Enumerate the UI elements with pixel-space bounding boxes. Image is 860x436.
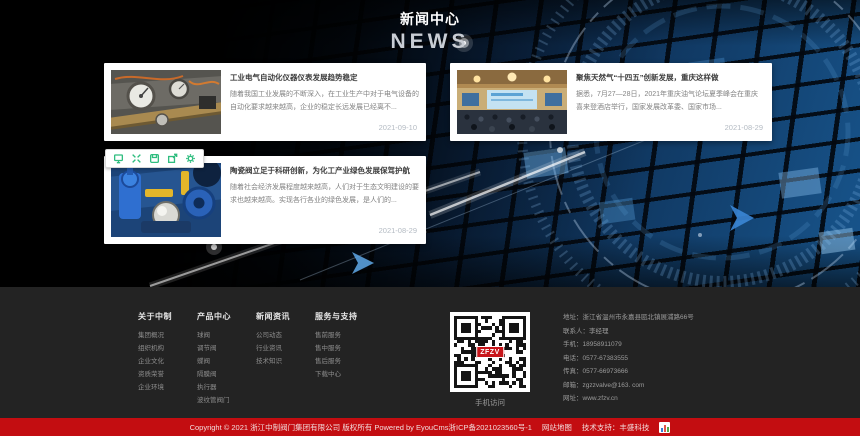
footer-link[interactable]: 企业文化 <box>138 355 197 368</box>
contact-line: 邮箱：zgzzvalve@163. com <box>563 379 694 393</box>
footer-link[interactable]: 波纹管阀门 <box>197 394 256 407</box>
export-icon[interactable] <box>167 153 178 164</box>
news-card[interactable]: 工业电气自动化仪器仪表发展趋势稳定 随着我国工业发展的不断深入，在工业生产中对于… <box>104 63 426 141</box>
footer-link[interactable]: 执行器 <box>197 381 256 394</box>
news-hero-section: 新闻中心 NEWS <box>0 0 860 287</box>
news-title[interactable]: 陶瓷阀立足于科研创新，为化工产业绿色发展保驾护航 <box>230 165 419 176</box>
footer-link[interactable]: 下载中心 <box>315 368 374 381</box>
news-title[interactable]: 工业电气自动化仪器仪表发展趋势稳定 <box>230 72 419 83</box>
footer-column-about: 关于中制 集团概况 组织机构 企业文化 资质荣誉 企业环境 <box>138 311 197 407</box>
footer-column-service: 服务与支持 售前服务 售中服务 售后服务 下载中心 <box>315 311 374 407</box>
footer-link[interactable]: 资质荣誉 <box>138 368 197 381</box>
contact-line: 联系人：李经理 <box>563 325 694 339</box>
news-thumbnail[interactable] <box>111 163 221 237</box>
contact-info: 地址：浙江省温州市永嘉县瓯北镇展浦路66号 联系人：李经理 手机：1895891… <box>563 311 694 406</box>
news-excerpt: 随着社会经济发展程度越来越高，人们对于生态文明建设的要求也越来越高。实现各行各业… <box>230 181 419 207</box>
footer-link[interactable]: 调节阀 <box>197 342 256 355</box>
footer-link[interactable]: 企业环境 <box>138 381 197 394</box>
copyright-text: Copyright © 2021 浙江中制阀门集团有限公司 版权所有 Power… <box>190 422 532 433</box>
footer-column-products: 产品中心 球阀 调节阀 蝶阀 隔膜阀 执行器 波纹管阀门 <box>197 311 256 407</box>
gear-icon[interactable] <box>185 153 196 164</box>
news-page: 新闻中心 NEWS <box>0 0 860 436</box>
footer-link[interactable]: 售中服务 <box>315 342 374 355</box>
footer-column-news: 新闻资讯 公司动态 行业资讯 技术知识 <box>256 311 315 407</box>
news-date: 2021-09-10 <box>379 123 417 132</box>
footer-link[interactable]: 售前服务 <box>315 329 374 342</box>
news-excerpt: 随着我国工业发展的不断深入，在工业生产中对于电气设备的自动化要求越来越高，企业的… <box>230 88 419 114</box>
contact-line: 传真：0577-66973666 <box>563 365 694 379</box>
blue-ceramic-valves-photo <box>111 163 221 237</box>
footer-link[interactable]: 隔膜阀 <box>197 368 256 381</box>
save-icon[interactable] <box>149 153 160 164</box>
news-card-body: 陶瓷阀立足于科研创新，为化工产业绿色发展保驾护航 随着社会经济发展程度越来越高，… <box>230 163 419 237</box>
qr-label: 手机访问 <box>450 397 530 408</box>
news-card-body: 工业电气自动化仪器仪表发展趋势稳定 随着我国工业发展的不断深入，在工业生产中对于… <box>230 70 419 134</box>
news-card-body: 聚焦天然气“十四五”创新发展，重庆这样做 据悉，7月27—28日，2021年重庆… <box>576 70 765 134</box>
footer-link[interactable]: 球阀 <box>197 329 256 342</box>
footer-link[interactable]: 公司动态 <box>256 329 315 342</box>
expand-icon[interactable] <box>131 153 142 164</box>
news-thumbnail[interactable] <box>457 70 567 134</box>
footer: 关于中制 集团概况 组织机构 企业文化 资质荣誉 企业环境 产品中心 球阀 调节… <box>0 287 860 418</box>
image-toolbar[interactable] <box>105 149 204 168</box>
gas-forum-conference-photo <box>457 70 567 134</box>
footer-column-heading: 服务与支持 <box>315 311 374 322</box>
footer-column-heading: 关于中制 <box>138 311 197 322</box>
news-card[interactable]: 陶瓷阀立足于科研创新，为化工产业绿色发展保驾护航 随着社会经济发展程度越来越高，… <box>104 156 426 244</box>
section-title-en: NEWS <box>0 30 860 54</box>
section-title-cn: 新闻中心 <box>0 9 860 29</box>
footer-link[interactable]: 行业资讯 <box>256 342 315 355</box>
footer-link[interactable]: 技术知识 <box>256 355 315 368</box>
footer-link[interactable]: 蝶阀 <box>197 355 256 368</box>
site-stats-icon[interactable] <box>659 422 670 433</box>
qr-code: ZFZV <box>450 312 530 392</box>
news-card[interactable]: 聚焦天然气“十四五”创新发展，重庆这样做 据悉，7月27—28日，2021年重庆… <box>450 63 772 141</box>
copyright-bar: Copyright © 2021 浙江中制阀门集团有限公司 版权所有 Power… <box>0 418 860 436</box>
contact-line: 手机：18958911079 <box>563 338 694 352</box>
contact-line: 地址：浙江省温州市永嘉县瓯北镇展浦路66号 <box>563 311 694 325</box>
contact-line: 电话：0577-67383555 <box>563 352 694 366</box>
news-thumbnail[interactable] <box>111 70 221 134</box>
news-date: 2021-08-29 <box>725 123 763 132</box>
sitemap-link[interactable]: 网站地图 <box>542 422 572 433</box>
industrial-instruments-photo <box>111 70 221 134</box>
contact-line: 网址：www.zfzv.cn <box>563 392 694 406</box>
news-excerpt: 据悉，7月27—28日，2021年重庆油气论坛夏季峰会在重庆喜来登酒店举行，国家… <box>576 88 765 114</box>
footer-link[interactable]: 售后服务 <box>315 355 374 368</box>
footer-column-heading: 新闻资讯 <box>256 311 315 322</box>
footer-column-heading: 产品中心 <box>197 311 256 322</box>
section-header: 新闻中心 NEWS <box>0 9 860 54</box>
footer-nav: 关于中制 集团概况 组织机构 企业文化 资质荣誉 企业环境 产品中心 球阀 调节… <box>138 311 374 407</box>
screen-icon[interactable] <box>113 153 124 164</box>
tech-support-text: 技术支持：丰盛科技 <box>582 422 650 433</box>
news-title[interactable]: 聚焦天然气“十四五”创新发展，重庆这样做 <box>576 72 765 83</box>
qr-logo: ZFZV <box>476 346 504 358</box>
footer-link[interactable]: 集团概况 <box>138 329 197 342</box>
footer-link[interactable]: 组织机构 <box>138 342 197 355</box>
news-date: 2021-08-29 <box>379 226 417 235</box>
